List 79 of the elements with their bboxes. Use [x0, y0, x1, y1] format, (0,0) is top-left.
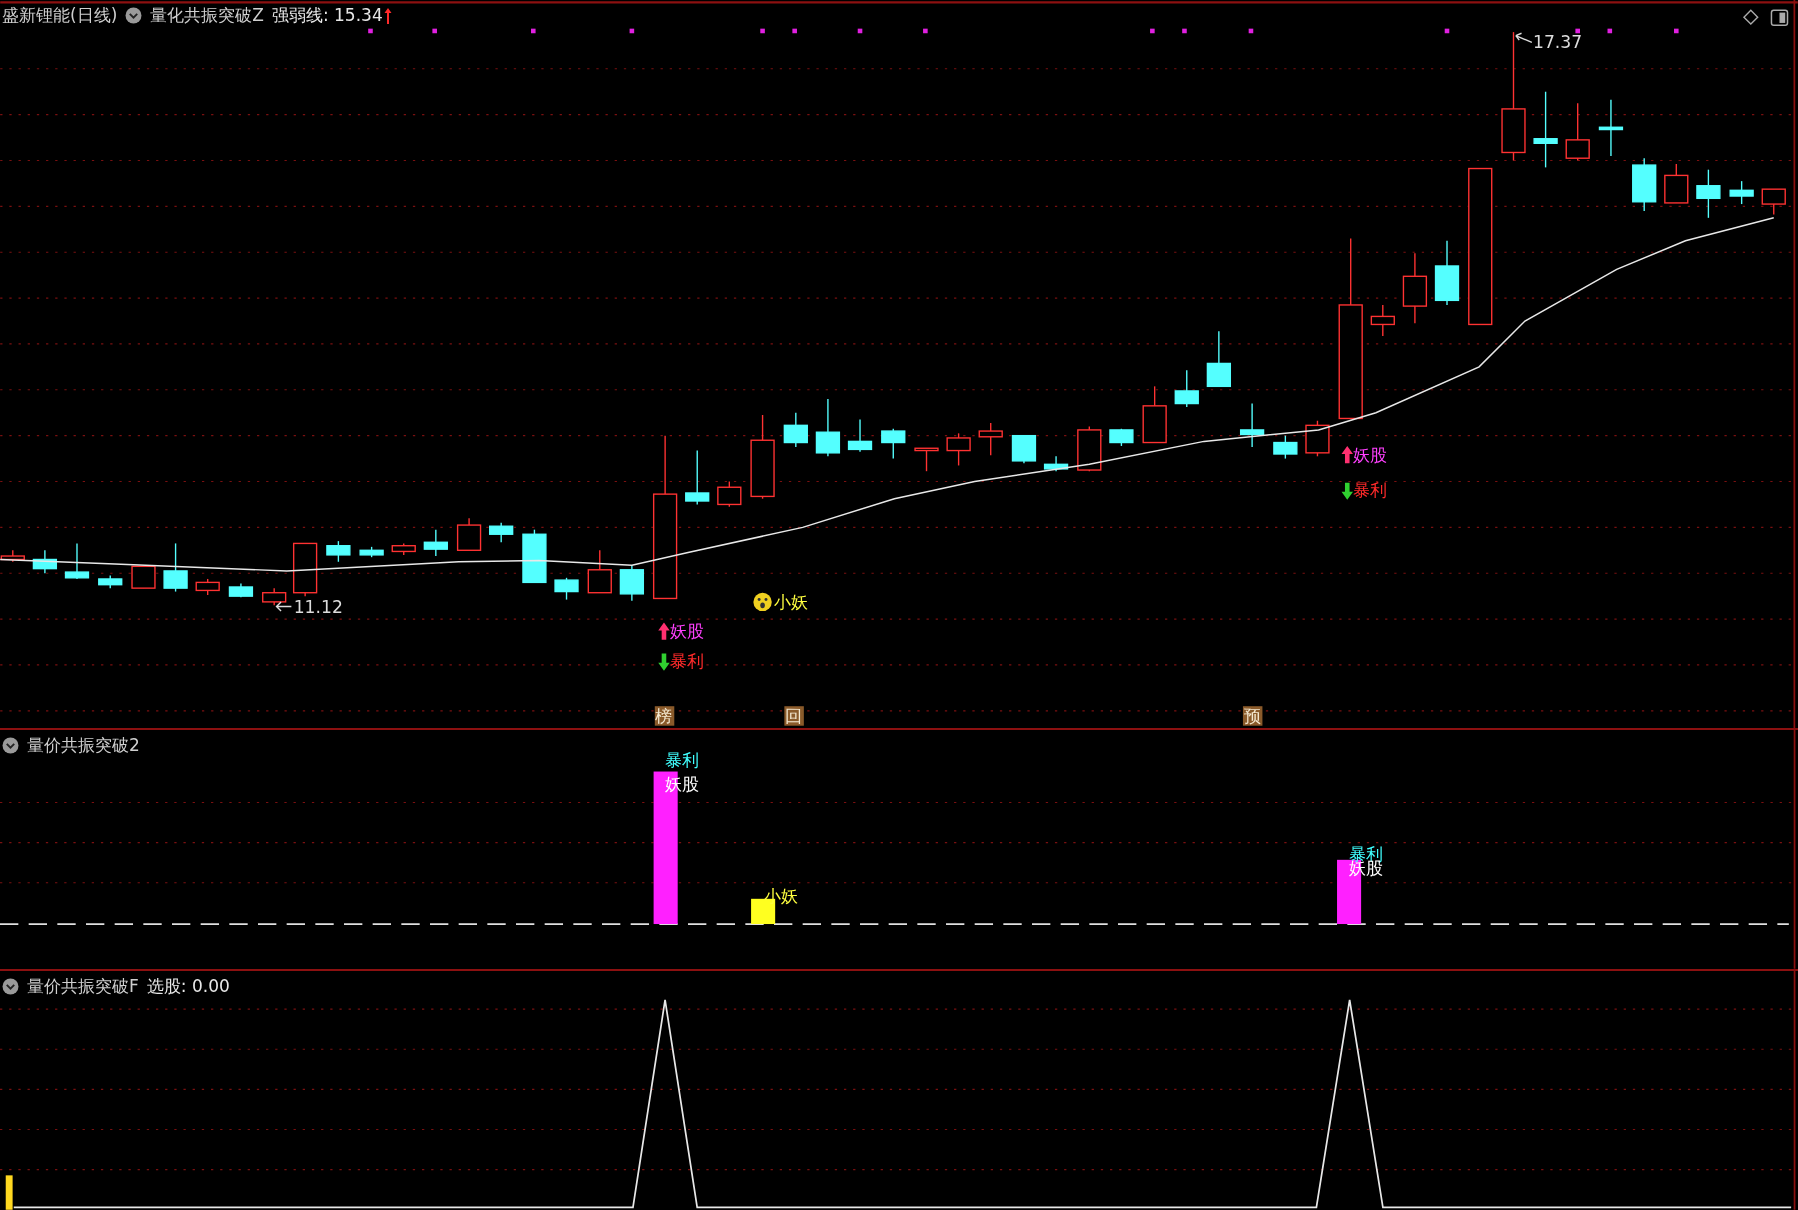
candlestick: [32, 549, 58, 574]
candlestick: [489, 522, 514, 543]
candlestick: [359, 546, 384, 558]
candlestick: [815, 398, 841, 457]
up-arrow-icon: [1341, 445, 1353, 464]
candlestick: [1729, 180, 1754, 205]
candlestick: [1206, 330, 1231, 388]
collapse-icon[interactable]: [2, 978, 19, 995]
candlestick: [64, 542, 90, 580]
price-label: 11.12: [293, 597, 343, 618]
candlestick: [262, 587, 287, 607]
candlestick: [522, 528, 547, 584]
signal-label: 暴利: [669, 651, 704, 672]
collapse-icon[interactable]: [2, 737, 19, 754]
signal-tag: 回: [784, 706, 804, 727]
up-arrow-icon: [383, 6, 392, 25]
candlestick: [98, 574, 123, 589]
candlestick: [881, 428, 906, 460]
indicator-reading: 强弱线: 15.34: [271, 4, 383, 27]
indicator-name: 量价共振突破2: [27, 734, 140, 757]
candlestick: [423, 528, 448, 557]
candlestick: [587, 549, 612, 594]
candlestick: [1696, 169, 1721, 219]
candlestick: [717, 480, 742, 508]
candlestick: [293, 542, 318, 597]
candlestick: [391, 542, 416, 556]
candlestick: [978, 422, 1003, 456]
down-arrow-icon: [658, 653, 670, 671]
candlestick: [783, 412, 808, 448]
candlestick: [456, 517, 482, 551]
candlestick: [914, 447, 939, 472]
collapse-icon[interactable]: [125, 7, 143, 24]
candlestick: [847, 418, 873, 453]
candlestick: [1273, 434, 1298, 460]
indicator-reading: 选股: 0.00: [146, 975, 230, 998]
candlestick: [131, 565, 156, 589]
candlestick: [1109, 428, 1134, 447]
candlestick: [163, 542, 188, 593]
signal-bar: [5, 1175, 13, 1210]
candlestick: [1664, 163, 1689, 204]
candlestick: [1011, 434, 1037, 464]
down-arrow-icon: [1341, 482, 1353, 500]
candlestick: [1077, 425, 1102, 472]
candlestick: [946, 432, 971, 467]
arrow-icon: [275, 601, 293, 612]
candlestick: [685, 449, 710, 506]
panel-toggle-icon[interactable]: [1770, 9, 1789, 26]
candlestick: [228, 582, 254, 598]
signal-label: 暴利: [665, 749, 700, 770]
price-label: 17.37: [1533, 32, 1583, 53]
candlestick: [1174, 369, 1199, 408]
signal-label: 小妖: [774, 591, 809, 612]
signal-label: 暴利: [1353, 480, 1387, 501]
candlestick: [1598, 99, 1624, 157]
candlestick: [1434, 240, 1460, 306]
smiley-icon: [753, 592, 772, 612]
candlestick: [554, 577, 579, 601]
signal-label: 妖股: [1353, 444, 1387, 465]
indicator-name: 量价共振突破F: [27, 975, 139, 998]
signal-tag: 榜: [654, 706, 675, 727]
candlestick: [1305, 420, 1330, 457]
candlestick: [326, 540, 351, 563]
candlestick: [619, 564, 645, 602]
candlestick: [1370, 304, 1395, 337]
up-arrow-icon: [658, 622, 670, 640]
candlestick: [1239, 402, 1265, 448]
stock-title: 盛新锂能(日线): [2, 4, 118, 27]
candlestick: [1402, 252, 1428, 324]
signal-tag: 预: [1242, 706, 1263, 727]
signal-label: 妖股: [669, 621, 704, 642]
indicator-name: 量化共振突破Z: [150, 4, 264, 27]
candlestick: [1565, 102, 1590, 162]
arrow-icon: [1515, 32, 1533, 44]
candlestick: [195, 578, 220, 596]
candlestick: [1761, 188, 1786, 216]
candlestick: [1043, 455, 1069, 472]
candlestick: [1632, 157, 1657, 212]
candlestick: [1142, 385, 1167, 444]
diamond-icon[interactable]: [1742, 9, 1759, 26]
